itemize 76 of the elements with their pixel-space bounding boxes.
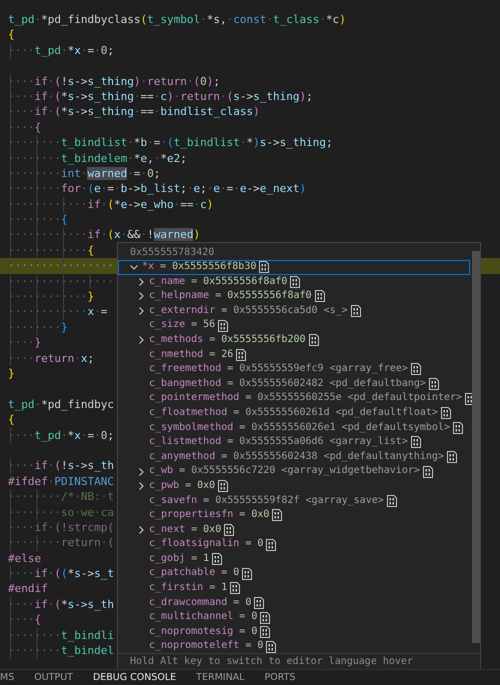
binary-file-icon[interactable] bbox=[259, 261, 270, 274]
variable-row[interactable]: c_nopromotesig = 0 bbox=[118, 624, 470, 640]
binary-file-icon[interactable] bbox=[218, 320, 228, 332]
variable-row[interactable]: c_propertiesfn = 0x0 bbox=[118, 508, 470, 523]
chevron-icon bbox=[136, 276, 146, 287]
binary-file-icon[interactable] bbox=[350, 305, 361, 318]
binary-file-icon[interactable] bbox=[308, 334, 319, 346]
chevron-icon bbox=[136, 291, 146, 302]
binary-file-icon[interactable] bbox=[230, 582, 240, 594]
variable-row[interactable]: c_floatmethod = 0x55555560261d <pd_defaultfloat> bbox=[118, 406, 470, 421]
binary-file-icon[interactable] bbox=[260, 626, 270, 638]
binary-file-icon[interactable] bbox=[314, 290, 325, 302]
code-line: } bbox=[7, 366, 15, 382]
binary-file-icon[interactable] bbox=[218, 480, 228, 492]
variable-row[interactable]: c_nmethod = 26 bbox=[118, 348, 470, 362]
binary-file-icon[interactable] bbox=[266, 538, 276, 551]
binary-file-icon[interactable] bbox=[272, 509, 282, 522]
variable-row[interactable]: c_patchable = 0 bbox=[118, 566, 470, 582]
chevron-icon bbox=[136, 306, 146, 316]
variable-row[interactable]: c_name = 0x5555556f8af0 bbox=[118, 274, 470, 290]
binary-file-icon[interactable] bbox=[290, 276, 300, 288]
code-line: { bbox=[7, 27, 15, 43]
panel-tab[interactable]: PORTS bbox=[264, 670, 296, 685]
variable-row[interactable]: c_pwb = 0x0 bbox=[118, 478, 470, 494]
binary-file-icon[interactable] bbox=[446, 451, 457, 464]
variable-row[interactable]: c_next = 0x0 bbox=[118, 522, 470, 538]
panel-tab[interactable]: MS bbox=[0, 670, 14, 685]
code-line: { bbox=[7, 412, 15, 428]
panel-tab[interactable]: DEBUG CONSOLE bbox=[92, 670, 176, 685]
binary-file-icon[interactable] bbox=[410, 363, 421, 376]
panel-tab[interactable]: OUTPUT bbox=[34, 670, 73, 685]
variable-row[interactable]: c_anymethod = 0x555555602438 <pd_defaultanything> bbox=[118, 450, 470, 464]
variable-row[interactable]: c_size = 56 bbox=[118, 318, 470, 333]
variable-row[interactable]: c_multichannel = 0 bbox=[118, 610, 470, 625]
chevron-icon bbox=[129, 262, 139, 272]
variable-row[interactable]: c_floatsignalin = 0 bbox=[118, 537, 470, 552]
code-line: #ifdef·PDINSTANC bbox=[7, 474, 114, 490]
variable-row[interactable]: c_externdir = 0x5555556ca5d0 <s_> bbox=[118, 304, 470, 318]
chevron-icon bbox=[136, 335, 146, 346]
binary-file-icon[interactable] bbox=[212, 553, 222, 566]
variable-row[interactable]: c_freemethod = 0x55555559efc9 <garray_free> bbox=[118, 362, 470, 377]
panel-tab[interactable]: TERMINAL bbox=[196, 670, 244, 685]
variable-row[interactable]: c_wb = 0x5555556c7220 <garray_widgetbehavior> bbox=[118, 464, 470, 479]
binary-file-icon[interactable] bbox=[422, 466, 433, 478]
code-line: #endif bbox=[7, 581, 48, 597]
variable-row[interactable]: c_helpname = 0x5555556f8af0 bbox=[118, 289, 470, 304]
code-line: #else bbox=[7, 550, 42, 566]
binary-file-icon[interactable] bbox=[254, 596, 264, 609]
chevron-icon bbox=[136, 481, 146, 492]
scrollbar-thumb[interactable] bbox=[472, 251, 480, 643]
binary-file-icon[interactable] bbox=[224, 524, 234, 536]
binary-file-icon[interactable] bbox=[440, 407, 451, 420]
variable-row[interactable]: c_methods = 0x5555556fb200 bbox=[118, 332, 470, 348]
binary-file-icon[interactable] bbox=[386, 494, 397, 507]
binary-file-icon[interactable] bbox=[453, 422, 463, 434]
binary-file-icon[interactable] bbox=[260, 612, 270, 624]
variable-row[interactable]: c_drawcommand = 0 bbox=[118, 596, 470, 610]
variable-row[interactable]: c_listmethod = 0x5555555a06d6 <garray_list> bbox=[118, 435, 470, 450]
variable-row[interactable]: *x = 0x5555556f8b30 bbox=[118, 260, 470, 275]
hover-hint: Hold Alt key to switch to editor language hover bbox=[118, 653, 480, 669]
binary-file-icon[interactable] bbox=[242, 568, 252, 580]
variable-row[interactable]: c_symbolmethod = 0x5555556026e1 <pd_defaultsymbol> bbox=[118, 420, 470, 436]
variable-row[interactable]: c_firstin = 1 bbox=[118, 581, 470, 596]
code-line: t_pd·*pd_findbyc bbox=[7, 396, 114, 412]
variable-row[interactable]: c_nopromoteleft = 0 bbox=[118, 639, 470, 654]
variable-row[interactable]: c_savefn = 0x55555559f82f <garray_save> bbox=[118, 494, 470, 508]
variable-row[interactable]: c_gobj = 1 bbox=[118, 552, 470, 566]
variable-row[interactable]: c_bangmethod = 0x555555602482 <pd_defaultbang> bbox=[118, 376, 470, 392]
chevron-icon bbox=[136, 466, 146, 477]
code-line: t_pd·*pd_findbyclass(t_symbol·*s,·const·t_class·*c) bbox=[7, 12, 346, 28]
binary-file-icon[interactable] bbox=[236, 348, 246, 361]
hover-address: 0x555555783420 bbox=[129, 246, 216, 260]
chevron-icon bbox=[136, 524, 146, 535]
binary-file-icon[interactable] bbox=[266, 640, 276, 653]
binary-file-icon[interactable] bbox=[428, 378, 439, 390]
binary-file-icon[interactable] bbox=[410, 436, 421, 448]
